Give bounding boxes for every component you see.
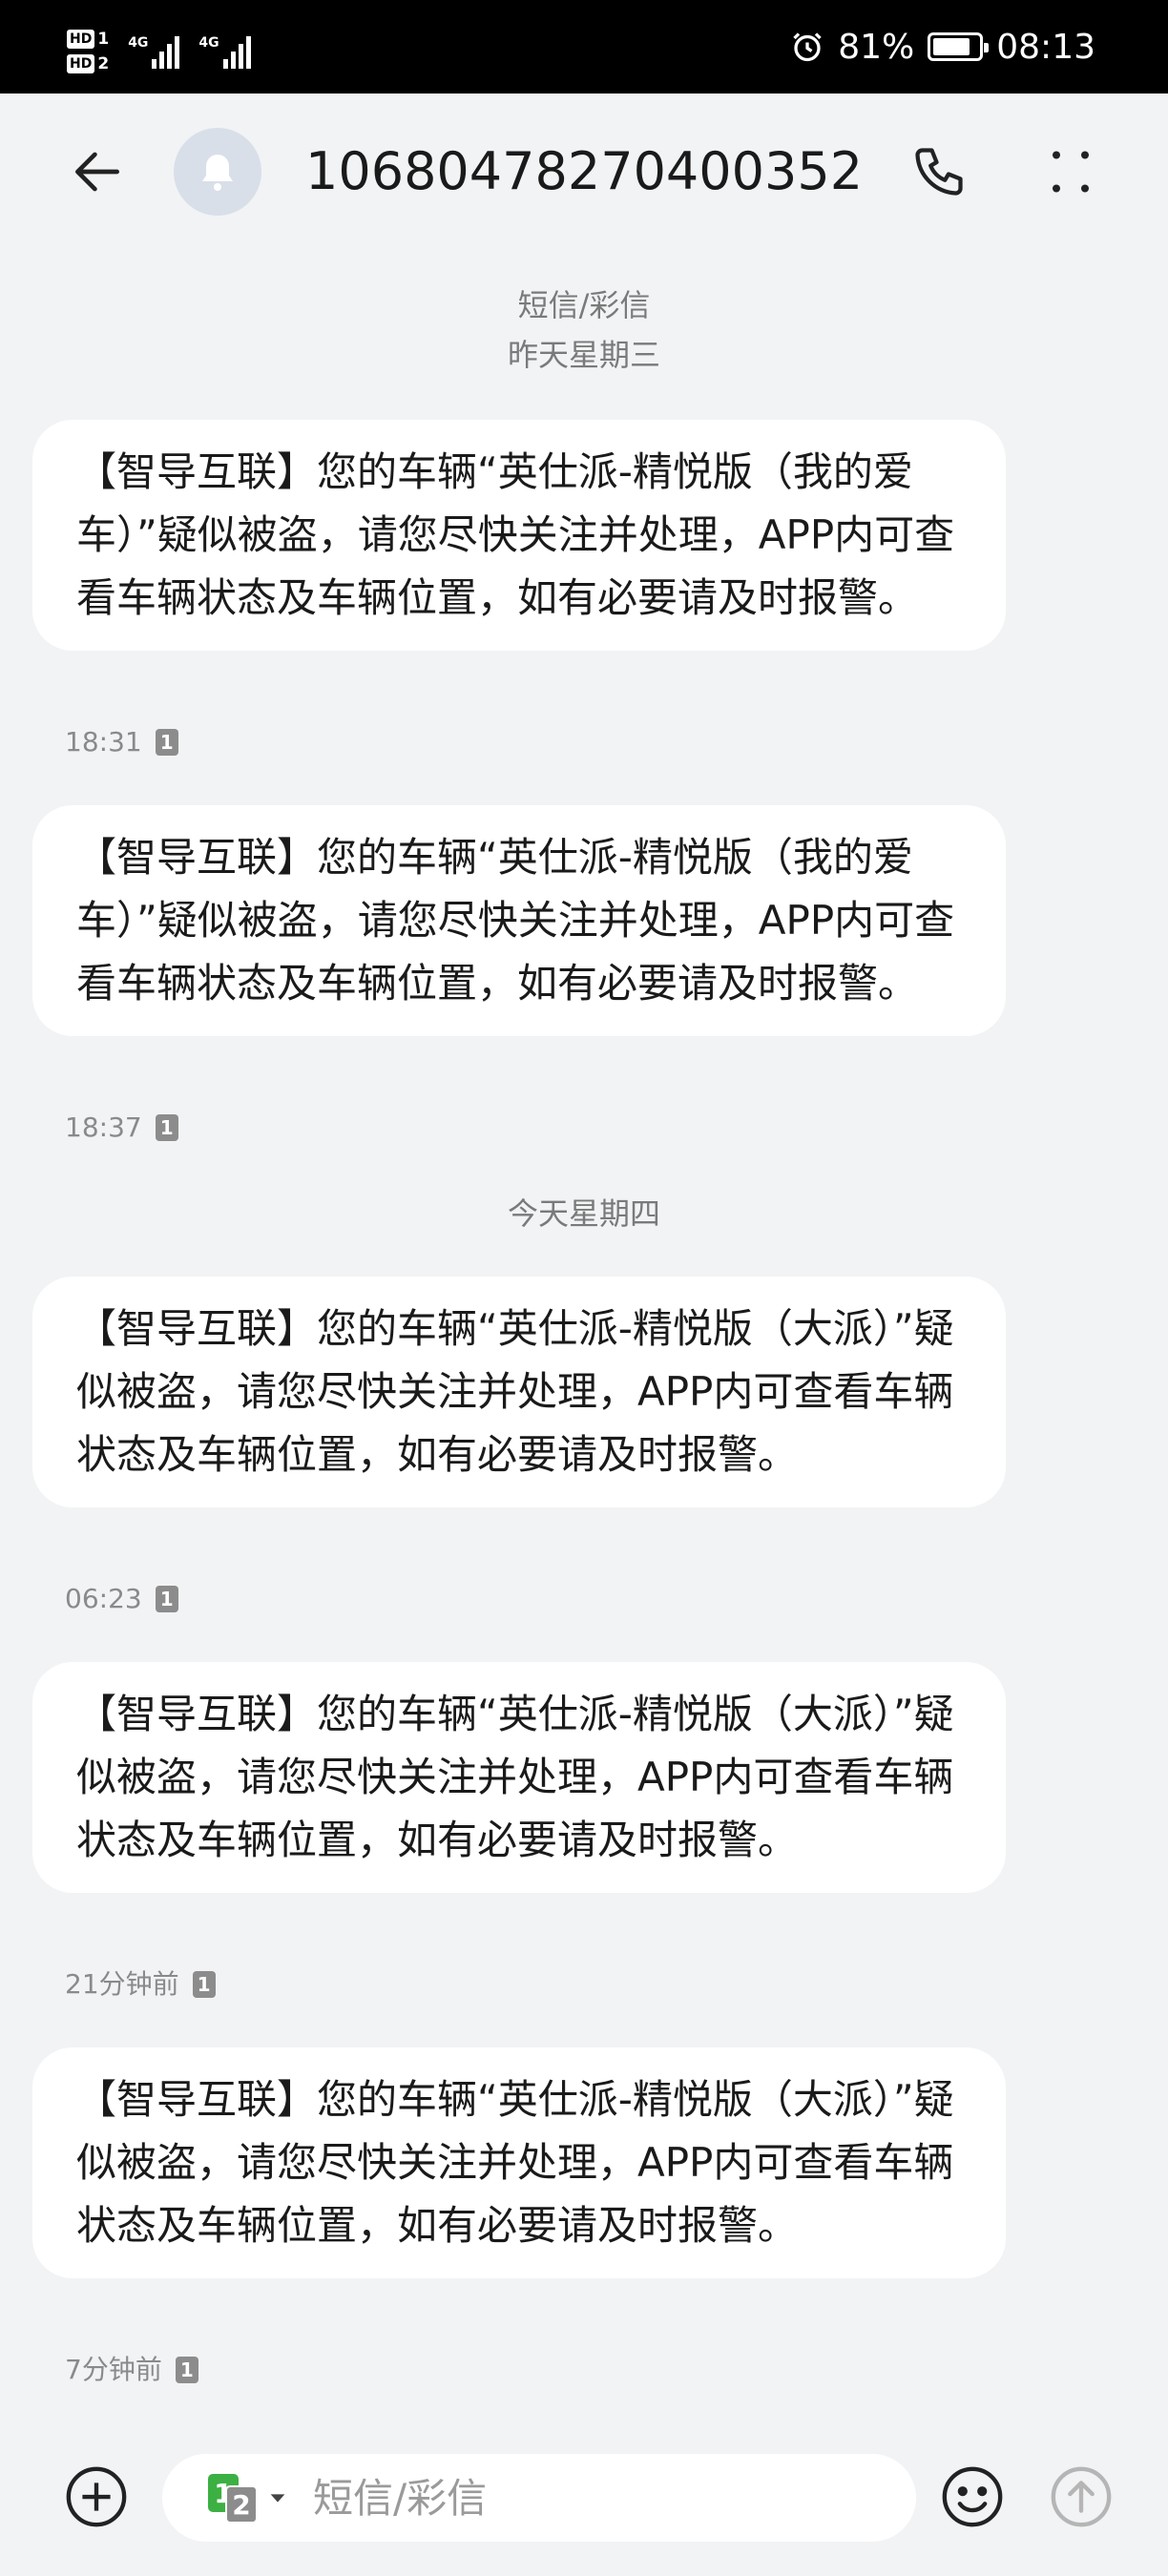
message-thread[interactable]: 短信/彩信 昨天星期三 【智导互联】您的车辆“英仕派-精悦版（我的爱车）”疑似被… <box>0 248 1168 2414</box>
message-time: 06:23 <box>65 1583 142 1614</box>
signal-bars-icon <box>152 34 180 69</box>
message-bubble[interactable]: 【智导互联】您的车辆“英仕派-精悦版（我的爱车）”疑似被盗，请您尽快关注并处理，… <box>32 805 1006 1036</box>
signal-sim1: 4G <box>128 34 180 69</box>
signal-bars-icon <box>222 34 251 69</box>
message-meta: 06:23 1 <box>65 1582 178 1616</box>
message-bubble[interactable]: 【智导互联】您的车辆“英仕派-精悦版（大派）”疑似被盗，请您尽快关注并处理，AP… <box>32 1662 1006 1893</box>
message-meta: 7分钟前 1 <box>65 2353 198 2387</box>
smiley-icon <box>942 2466 1003 2527</box>
sim1-hd-indicator: HD 1 <box>67 29 109 50</box>
call-button[interactable] <box>901 134 977 210</box>
clock-time: 08:13 <box>996 27 1095 67</box>
signal-sim2: 4G <box>198 34 251 69</box>
date-separator: 今天星期四 <box>507 1195 660 1232</box>
message-time: 18:37 <box>65 1111 142 1143</box>
battery-percent: 81% <box>838 27 915 67</box>
dual-sim-icon: 1 2 <box>208 2474 261 2524</box>
plus-circle-icon <box>66 2466 127 2527</box>
sim2-hd-indicator: HD 2 <box>67 53 109 74</box>
sim-card-icon: 1 <box>155 1114 178 1141</box>
alarm-clock-icon <box>793 32 822 62</box>
message-time: 7分钟前 <box>65 2354 162 2385</box>
bell-icon <box>202 155 233 191</box>
message-bubble[interactable]: 【智导互联】您的车辆“英仕派-精悦版（我的爱车）”疑似被盗，请您尽快关注并处理，… <box>32 420 1006 651</box>
sim-selector[interactable]: 1 2 <box>208 2474 288 2524</box>
message-meta: 18:31 1 <box>65 725 178 759</box>
sim-card-icon: 1 <box>155 1586 178 1612</box>
message-meta: 18:37 1 <box>65 1111 178 1145</box>
message-time: 21分钟前 <box>65 1968 179 2000</box>
contact-avatar[interactable] <box>174 128 261 216</box>
more-vertical-icon <box>1053 151 1089 193</box>
channel-label: 短信/彩信 <box>517 287 651 323</box>
date-separator: 昨天星期三 <box>507 337 660 373</box>
send-arrow-icon <box>1051 2466 1112 2527</box>
arrow-left-icon <box>75 152 119 192</box>
send-button[interactable] <box>1046 2462 1116 2532</box>
message-bubble[interactable]: 【智导互联】您的车辆“英仕派-精悦版（大派）”疑似被盗，请您尽快关注并处理，AP… <box>32 2047 1006 2278</box>
message-input[interactable] <box>313 2474 771 2522</box>
message-meta: 21分钟前 1 <box>65 1967 216 2002</box>
message-time: 18:31 <box>65 726 142 758</box>
status-bar: HD 1 HD 2 4G 4G 81% 08:13 <box>0 0 1168 93</box>
phone-icon <box>915 148 963 196</box>
add-attachment-button[interactable] <box>61 2462 132 2532</box>
emoji-button[interactable] <box>937 2462 1008 2532</box>
sim-card-icon: 1 <box>155 729 178 756</box>
sim-card-icon: 1 <box>175 2357 198 2383</box>
more-options-button[interactable] <box>1032 134 1109 210</box>
conversation-header: 10680478270400352 <box>0 93 1168 248</box>
message-bubble[interactable]: 【智导互联】您的车辆“英仕派-精悦版（大派）”疑似被盗，请您尽快关注并处理，AP… <box>32 1277 1006 1507</box>
battery-icon <box>928 32 990 61</box>
back-button[interactable] <box>59 134 136 210</box>
sim-card-icon: 1 <box>192 1971 216 1998</box>
message-composer: 1 2 <box>0 2414 1168 2576</box>
message-input-container[interactable]: 1 2 <box>162 2454 916 2542</box>
contact-number[interactable]: 10680478270400352 <box>305 137 868 206</box>
caret-down-icon <box>270 2494 285 2503</box>
